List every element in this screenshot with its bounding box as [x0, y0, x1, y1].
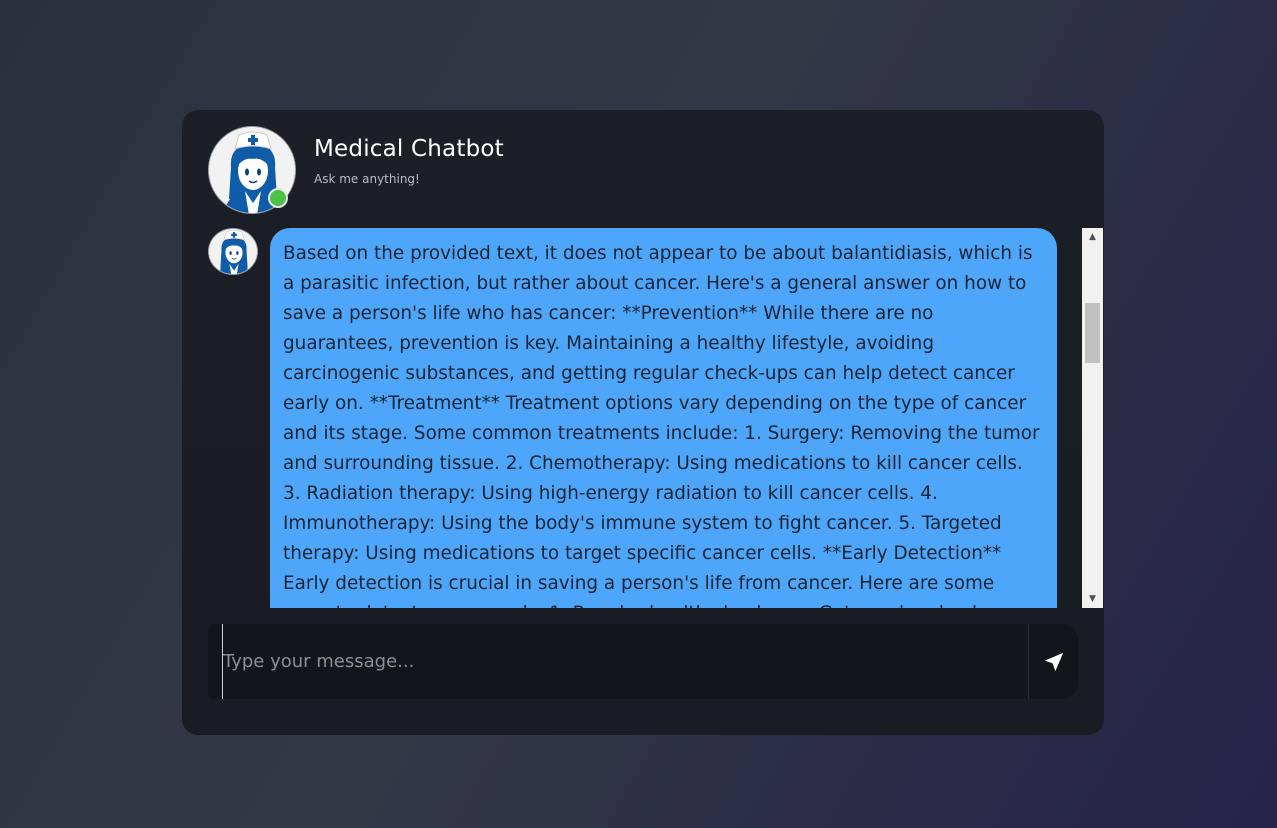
online-status-icon [268, 188, 288, 208]
chat-window: Medical Chatbot Ask me anything! Based o… [182, 110, 1104, 735]
message-list-scrollbar[interactable]: ▲ ▼ [1082, 228, 1103, 608]
scroll-down-arrow-icon[interactable]: ▼ [1082, 590, 1103, 608]
send-button[interactable] [1029, 624, 1078, 699]
chat-subtitle: Ask me anything! [314, 172, 420, 186]
scrollbar-thumb[interactable] [1085, 303, 1100, 363]
scroll-up-arrow-icon[interactable]: ▲ [1082, 228, 1103, 246]
paper-plane-icon [1044, 652, 1063, 671]
nurse-avatar-icon [208, 228, 258, 275]
message-list: Based on the provided text, it does not … [208, 228, 1103, 608]
chat-header: Medical Chatbot Ask me anything! [208, 126, 1068, 214]
chat-title: Medical Chatbot [314, 136, 504, 162]
message-input[interactable] [222, 624, 1022, 699]
message-composer [208, 624, 1078, 699]
bot-message-bubble: Based on the provided text, it does not … [270, 228, 1057, 608]
